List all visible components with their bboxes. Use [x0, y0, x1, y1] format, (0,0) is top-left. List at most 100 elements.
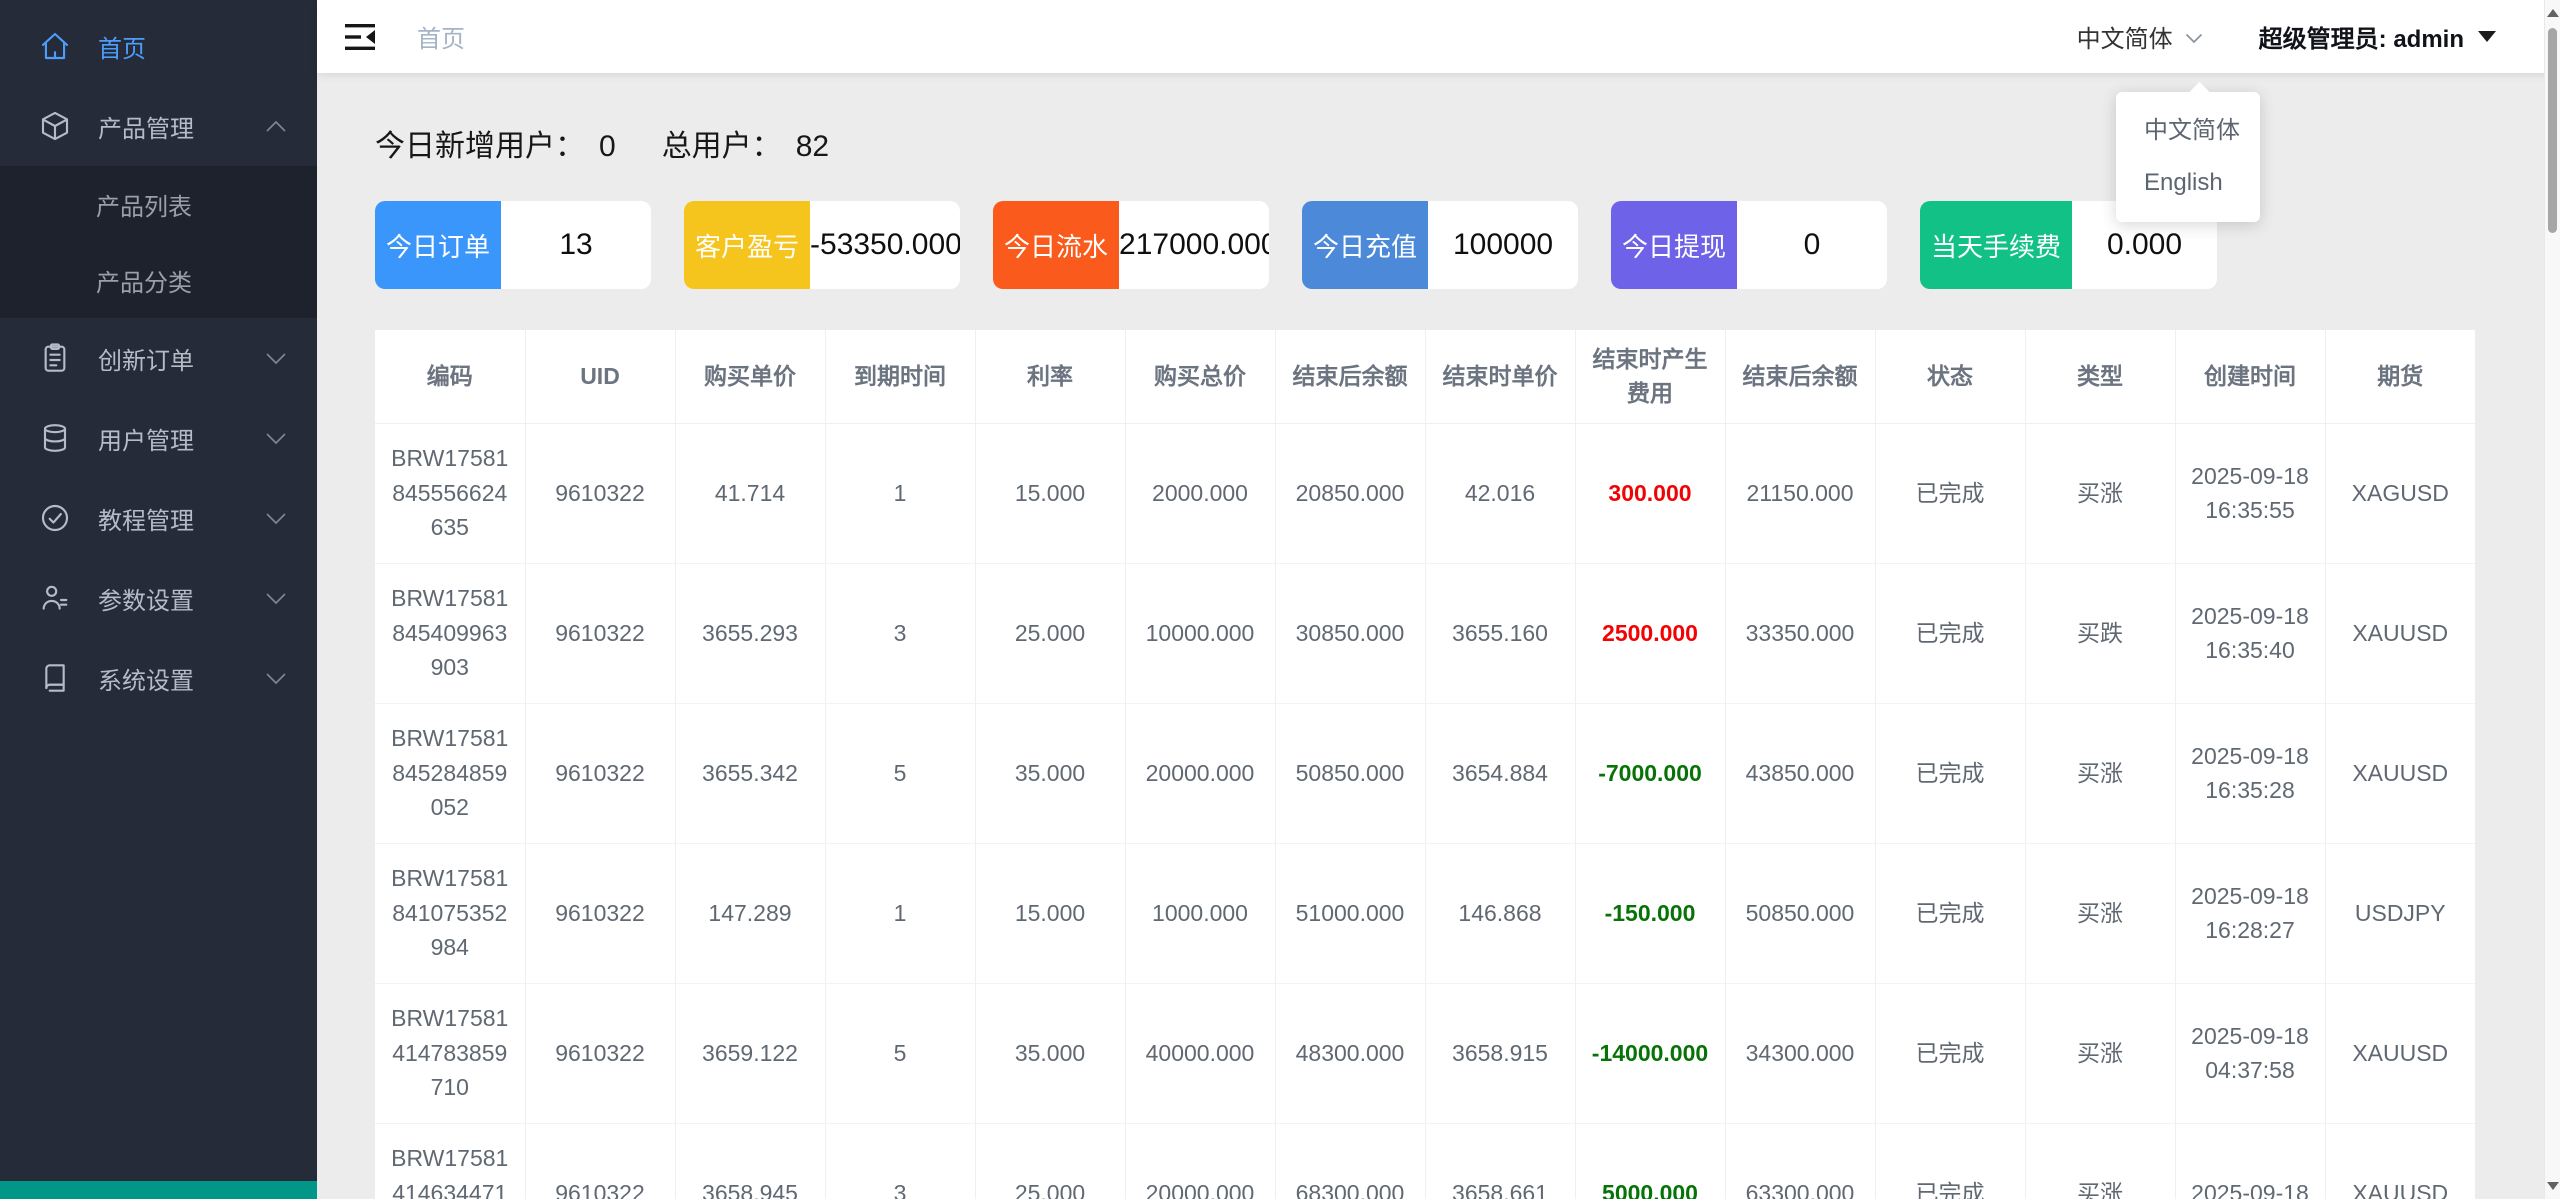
sidebar-item-home[interactable]: 首页 — [0, 6, 317, 86]
cell-created-at: 2025-09-18 — [2175, 1123, 2326, 1199]
column-header: 创建时间 — [2175, 330, 2326, 424]
cell-futures: XAUUSD — [2325, 983, 2475, 1124]
cell-balance-after: 50850.000 — [1275, 703, 1426, 844]
cell-end-fee: 5000.000 — [1575, 1123, 1726, 1199]
sidebar-item-label: 产品管理 — [98, 115, 194, 143]
submenu-product: 产品列表 产品分类 — [0, 166, 317, 318]
cell-end-balance: 33350.000 — [1725, 563, 1876, 704]
cell-code: BRW17581845284859052 — [375, 703, 526, 844]
sidebar-item-product[interactable]: 产品管理 — [0, 86, 317, 166]
sidebar-item-params[interactable]: 参数设置 — [0, 558, 317, 638]
stat-card-3: 今日充值 100000 — [1302, 201, 1578, 289]
sidebar-item-innovation-order[interactable]: 创新订单 — [0, 318, 317, 398]
vertical-scrollbar[interactable] — [2544, 0, 2560, 1199]
cell-created-at: 2025-09-18 16:35:55 — [2175, 423, 2326, 564]
cell-expire-time: 1 — [825, 843, 976, 984]
table-row: BRW17581845284859052 9610322 3655.342 5 35.0… — [375, 703, 2475, 844]
column-header: 类型 — [2025, 330, 2176, 424]
stat-card-2: 今日流水 217000.000 — [993, 201, 1269, 289]
sidebar-item-product-category[interactable]: 产品分类 — [0, 242, 317, 318]
sidebar-item-label: 创新订单 — [98, 347, 194, 375]
cell-futures: USDJPY — [2325, 843, 2475, 984]
column-header: 到期时间 — [825, 330, 976, 424]
cell-balance-after: 48300.000 — [1275, 983, 1426, 1124]
total-users-stat: 总用户： 82 — [662, 121, 829, 165]
cell-end-balance: 34300.000 — [1725, 983, 1876, 1124]
cell-code: BRW1758141463447142 — [375, 1123, 526, 1199]
sidebar-collapse-icon[interactable] — [345, 23, 379, 51]
column-header: UID — [525, 330, 676, 424]
sidebar-item-label: 教程管理 — [98, 507, 194, 535]
stat-card-label: 今日提现 — [1611, 201, 1738, 289]
cell-expire-time: 5 — [825, 983, 976, 1124]
breadcrumb[interactable]: 首页 — [417, 19, 465, 54]
cell-buy-price: 147.289 — [675, 843, 826, 984]
scroll-down-icon[interactable] — [2547, 1182, 2559, 1190]
database-icon — [38, 421, 72, 455]
new-users-label: 今日新增用户： — [375, 130, 585, 163]
cell-buy-price: 3655.342 — [675, 703, 826, 844]
sidebar-item-user[interactable]: 用户管理 — [0, 398, 317, 478]
cell-end-balance: 21150.000 — [1725, 423, 1876, 564]
cell-balance-after: 51000.000 — [1275, 843, 1426, 984]
topbar: 首页 中文简体 超级管理员: admin — [317, 0, 2560, 73]
language-option-en[interactable]: English — [2116, 157, 2260, 209]
column-header: 期货 — [2325, 330, 2475, 424]
cell-rate: 15.000 — [975, 843, 1126, 984]
table-row: BRW17581845556624635 9610322 41.714 1 15.000… — [375, 423, 2475, 564]
cell-created-at: 2025-09-18 16:35:40 — [2175, 563, 2326, 704]
cell-expire-time: 5 — [825, 703, 976, 844]
cell-buy-total: 10000.000 — [1125, 563, 1276, 704]
cell-created-at: 2025-09-18 04:37:58 — [2175, 983, 2326, 1124]
orders-table: 编码 UID 购买单价 到期时间 利率 购买总价 结束后余额 结束时单价 结束时产生费用 结束后余… — [375, 330, 2475, 1199]
cube-icon — [38, 109, 72, 143]
cell-status: 已完成 — [1875, 983, 2026, 1124]
cell-end-fee: -7000.000 — [1575, 703, 1726, 844]
cell-buy-price: 3658.945 — [675, 1123, 826, 1199]
caret-down-icon — [2478, 31, 2496, 42]
sidebar-item-product-list[interactable]: 产品列表 — [0, 166, 317, 242]
cell-status: 已完成 — [1875, 703, 2026, 844]
column-header: 购买单价 — [675, 330, 826, 424]
admin-label: 超级管理员: admin — [2258, 26, 2464, 53]
stat-card-label: 客户盈亏 — [684, 201, 811, 289]
new-users-stat: 今日新增用户： 0 — [375, 121, 616, 165]
cell-created-at: 2025-09-18 16:35:28 — [2175, 703, 2326, 844]
stat-card-4: 今日提现 0 — [1611, 201, 1887, 289]
cell-buy-total: 20000.000 — [1125, 1123, 1276, 1199]
language-label: 中文简体 — [2076, 26, 2173, 53]
stat-card-0: 今日订单 13 — [375, 201, 651, 289]
stat-card-value: -53350.000 — [810, 228, 960, 261]
cell-code: BRW17581845409963903 — [375, 563, 526, 704]
sidebar-item-system[interactable]: 系统设置 — [0, 638, 317, 718]
stat-card-label: 今日充值 — [1302, 201, 1429, 289]
sidebar-item-label: 参数设置 — [98, 587, 194, 615]
home-icon — [38, 29, 72, 63]
language-option-zh[interactable]: 中文简体 — [2116, 105, 2260, 157]
cell-code: BRW17581841075352984 — [375, 843, 526, 984]
admin-menu[interactable]: 超级管理员: admin — [2259, 19, 2496, 54]
column-header: 结束后余额 — [1275, 330, 1426, 424]
cell-buy-total: 40000.000 — [1125, 983, 1276, 1124]
cell-type: 买涨 — [2025, 423, 2176, 564]
cell-status: 已完成 — [1875, 1123, 2026, 1199]
cell-status: 已完成 — [1875, 843, 2026, 984]
sidebar-item-tutorial[interactable]: 教程管理 — [0, 478, 317, 558]
main-content: 今日新增用户： 0 总用户： 82 今日订单 13 客户盈亏 -53350.000 今日… — [317, 73, 2560, 1199]
cell-end-balance: 43850.000 — [1725, 703, 1876, 844]
chevron-down-icon — [265, 432, 287, 445]
language-selector[interactable]: 中文简体 — [2077, 19, 2203, 54]
stat-card-1: 客户盈亏 -53350.000 — [684, 201, 960, 289]
scrollbar-thumb[interactable] — [2548, 28, 2557, 233]
scroll-up-icon[interactable] — [2547, 9, 2559, 17]
user-settings-icon — [38, 581, 72, 615]
circle-check-icon — [38, 501, 72, 535]
column-header: 结束后余额 — [1725, 330, 1876, 424]
chevron-down-icon — [265, 512, 287, 525]
sidebar-item-label: 用户管理 — [98, 427, 194, 455]
cell-futures: XAGUSD — [2325, 423, 2475, 564]
sidebar-item-label: 系统设置 — [98, 667, 194, 695]
cell-buy-price: 3655.293 — [675, 563, 826, 704]
cell-type: 买涨 — [2025, 1123, 2176, 1199]
cell-uid: 9610322 — [525, 843, 676, 984]
